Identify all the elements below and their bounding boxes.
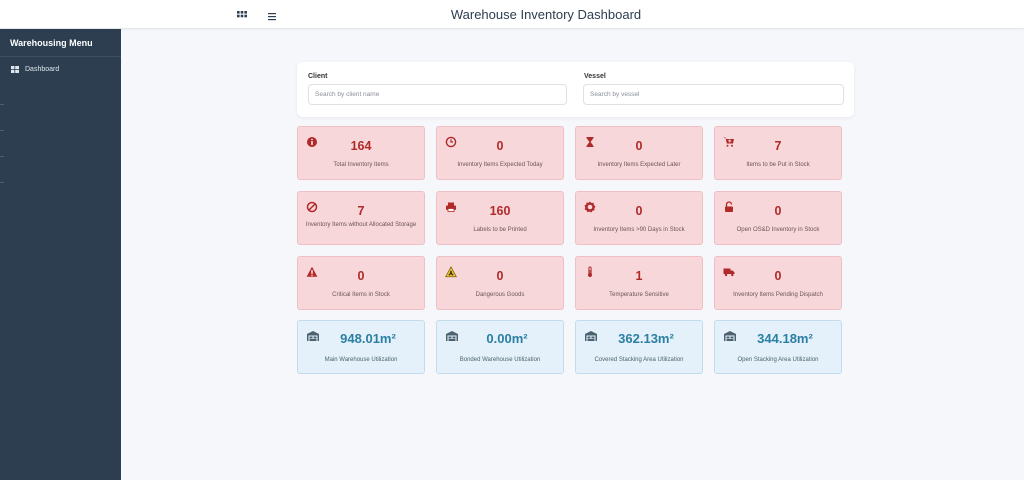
card-value: 0: [774, 204, 782, 218]
card-label: Temperature Sensitive: [609, 292, 669, 298]
sidebar: Warehousing Menu Dashboard: [0, 29, 121, 480]
card-labels-to-print[interactable]: 160 Labels to be Printed: [436, 191, 564, 245]
vessel-search-input[interactable]: [583, 84, 844, 105]
top-navbar: Warehouse Inventory Dashboard: [0, 0, 1024, 29]
card-label: Main Warehouse Utilization: [324, 357, 398, 363]
card-value: 7: [774, 139, 782, 153]
table-icon: [11, 65, 19, 73]
card-value: 0: [635, 139, 643, 153]
card-value: 0: [496, 139, 504, 153]
card-over-90-days[interactable]: 0 Inventory Items >90 Days in Stock: [575, 191, 703, 245]
card-pending-dispatch[interactable]: 0 Inventory Items Pending Dispatch: [714, 256, 842, 310]
vessel-label: Vessel: [584, 73, 606, 80]
card-main-warehouse-utilization[interactable]: 948.01m² Main Warehouse Utilization: [297, 320, 425, 374]
card-open-stacking-utilization[interactable]: 344.18m² Open Stacking Area Utilization: [714, 320, 842, 374]
card-value: 362.13m²: [618, 331, 674, 346]
sidebar-heading: Warehousing Menu: [0, 29, 121, 57]
card-total-inventory-items[interactable]: 164 Total Inventory Items: [297, 126, 425, 180]
card-value: 160: [489, 204, 511, 218]
card-value: 0: [635, 204, 643, 218]
client-label: Client: [308, 73, 328, 80]
card-value: 0: [357, 269, 365, 283]
card-label: Inventory Items Expected Later: [597, 162, 681, 168]
card-value: 1: [635, 269, 643, 283]
card-open-osd[interactable]: 0 Open OS&D Inventory in Stock: [714, 191, 842, 245]
card-put-in-stock[interactable]: 7 Items to be Put in Stock: [714, 126, 842, 180]
card-bonded-warehouse-utilization[interactable]: 0.00m² Bonded Warehouse Utilization: [436, 320, 564, 374]
card-without-allocated-storage[interactable]: 7 Inventory Items without Allocated Stor…: [297, 191, 425, 245]
divider: [0, 104, 4, 105]
card-expected-today[interactable]: 0 Inventory Items Expected Today: [436, 126, 564, 180]
page-title: Warehouse Inventory Dashboard: [450, 7, 642, 22]
divider: [0, 130, 4, 131]
card-label: Covered Stacking Area Utilization: [594, 357, 684, 363]
card-value: 0: [774, 269, 782, 283]
card-value: 7: [357, 204, 365, 218]
card-label: Open Stacking Area Utilization: [737, 357, 819, 363]
card-dangerous-goods[interactable]: 0 Dangerous Goods: [436, 256, 564, 310]
card-label: Inventory Items without Allocated Storag…: [305, 222, 417, 228]
card-critical-items[interactable]: 0 Critical Items in Stock: [297, 256, 425, 310]
card-label: Items to be Put in Stock: [746, 162, 810, 168]
sidebar-item-dashboard[interactable]: Dashboard: [0, 57, 121, 81]
card-label: Inventory Items Expected Today: [457, 162, 543, 168]
card-label: Critical Items in Stock: [332, 292, 390, 298]
card-label: Inventory Items >90 Days in Stock: [593, 227, 685, 233]
card-value: 0.00m²: [486, 331, 528, 346]
card-temperature-sensitive[interactable]: 1 Temperature Sensitive: [575, 256, 703, 310]
card-label: Total Inventory Items: [333, 162, 389, 168]
card-value: 0: [496, 269, 504, 283]
client-search-input[interactable]: [308, 84, 567, 105]
card-label: Labels to be Printed: [473, 227, 527, 233]
card-label: Inventory Items Pending Dispatch: [733, 292, 823, 298]
card-value: 164: [350, 139, 372, 153]
card-label: Open OS&D Inventory in Stock: [736, 227, 820, 233]
sidebar-item-label: Dashboard: [25, 65, 60, 73]
card-covered-stacking-utilization[interactable]: 362.13m² Covered Stacking Area Utilizati…: [575, 320, 703, 374]
card-value: 948.01m²: [340, 331, 396, 346]
divider: [0, 156, 4, 157]
card-label: Dangerous Goods: [475, 292, 525, 298]
card-label: Bonded Warehouse Utilization: [459, 357, 541, 363]
filter-panel: Client Vessel: [297, 62, 854, 117]
divider: [0, 182, 4, 183]
card-expected-later[interactable]: 0 Inventory Items Expected Later: [575, 126, 703, 180]
card-value: 344.18m²: [757, 331, 813, 346]
